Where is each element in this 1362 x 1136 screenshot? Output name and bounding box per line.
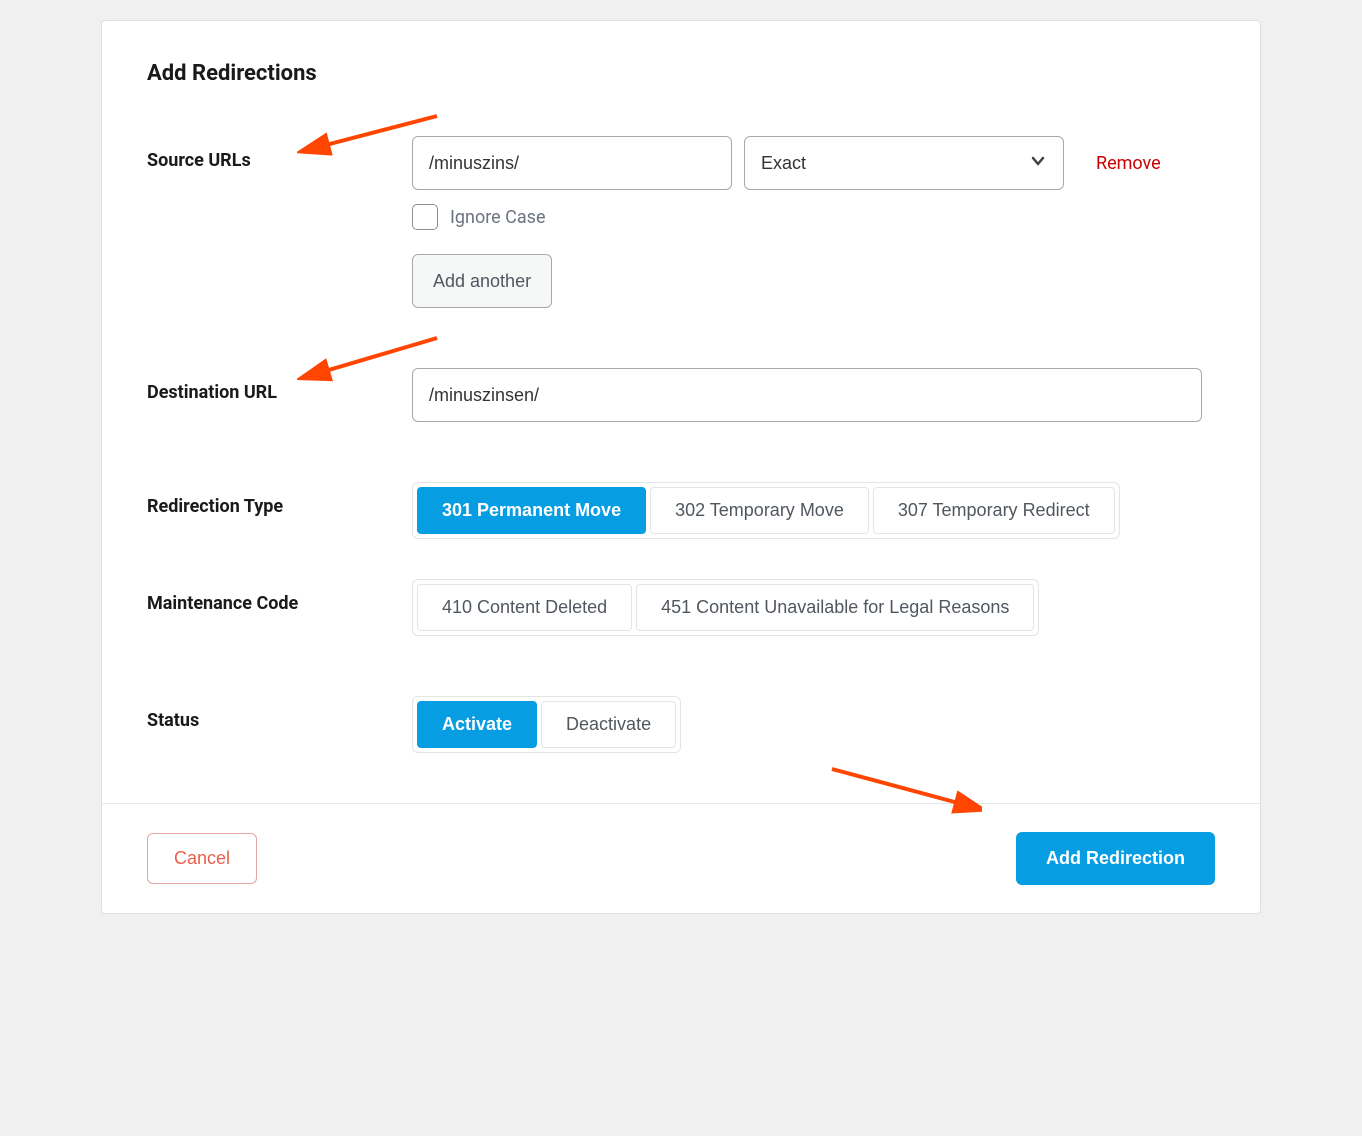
ignore-case-checkbox[interactable] [412, 204, 438, 230]
maintenance-code-label: Maintenance Code [147, 593, 298, 614]
maintenance-code-option-410[interactable]: 410 Content Deleted [417, 584, 632, 631]
status-option-deactivate[interactable]: Deactivate [541, 701, 676, 748]
redirection-type-option-307[interactable]: 307 Temporary Redirect [873, 487, 1115, 534]
redirection-type-field-col: 301 Permanent Move 302 Temporary Move 30… [412, 482, 1215, 539]
redirection-type-option-302[interactable]: 302 Temporary Move [650, 487, 869, 534]
cancel-button[interactable]: Cancel [147, 833, 257, 884]
maintenance-code-field-col: 410 Content Deleted 451 Content Unavaila… [412, 579, 1215, 636]
ignore-case-label[interactable]: Ignore Case [450, 207, 546, 228]
ignore-case-row: Ignore Case [412, 204, 1215, 230]
remove-source-link[interactable]: Remove [1096, 153, 1161, 174]
destination-url-row: Destination URL [147, 368, 1215, 422]
source-urls-row: Source URLs Exact [147, 136, 1215, 308]
redirection-type-label-col: Redirection Type [147, 482, 412, 517]
destination-url-input[interactable] [412, 368, 1202, 422]
status-toggle-group: Activate Deactivate [412, 696, 681, 753]
add-redirections-card: Add Redirections Source URLs [101, 20, 1261, 914]
maintenance-code-row: Maintenance Code 410 Content Deleted 451… [147, 579, 1215, 636]
add-another-button[interactable]: Add another [412, 254, 552, 308]
status-option-activate[interactable]: Activate [417, 701, 537, 748]
card-footer: Cancel Add Redirection [102, 803, 1260, 913]
status-label-col: Status [147, 696, 412, 731]
source-urls-label-col: Source URLs [147, 136, 412, 171]
source-urls-label: Source URLs [147, 150, 251, 171]
match-type-select-wrap: Exact [744, 136, 1064, 190]
maintenance-code-label-col: Maintenance Code [147, 579, 412, 614]
redirection-type-row: Redirection Type 301 Permanent Move 302 … [147, 482, 1215, 539]
redirection-type-label: Redirection Type [147, 496, 283, 517]
card-body: Add Redirections Source URLs [102, 21, 1260, 803]
match-type-select[interactable]: Exact [744, 136, 1064, 190]
add-redirection-button[interactable]: Add Redirection [1016, 832, 1215, 885]
destination-url-label-col: Destination URL [147, 368, 412, 403]
redirection-type-option-301[interactable]: 301 Permanent Move [417, 487, 646, 534]
status-label: Status [147, 710, 199, 731]
source-urls-field-col: Exact Remove Ignore Case Add another [412, 136, 1215, 308]
redirection-type-toggle-group: 301 Permanent Move 302 Temporary Move 30… [412, 482, 1120, 539]
source-url-entry: Exact Remove [412, 136, 1215, 190]
destination-url-label: Destination URL [147, 382, 277, 403]
destination-url-field-col [412, 368, 1215, 422]
status-field-col: Activate Deactivate [412, 696, 1215, 753]
maintenance-code-option-451[interactable]: 451 Content Unavailable for Legal Reason… [636, 584, 1034, 631]
card-title: Add Redirections [147, 61, 1215, 86]
source-url-input[interactable] [412, 136, 732, 190]
maintenance-code-toggle-group: 410 Content Deleted 451 Content Unavaila… [412, 579, 1039, 636]
status-row: Status Activate Deactivate [147, 696, 1215, 753]
